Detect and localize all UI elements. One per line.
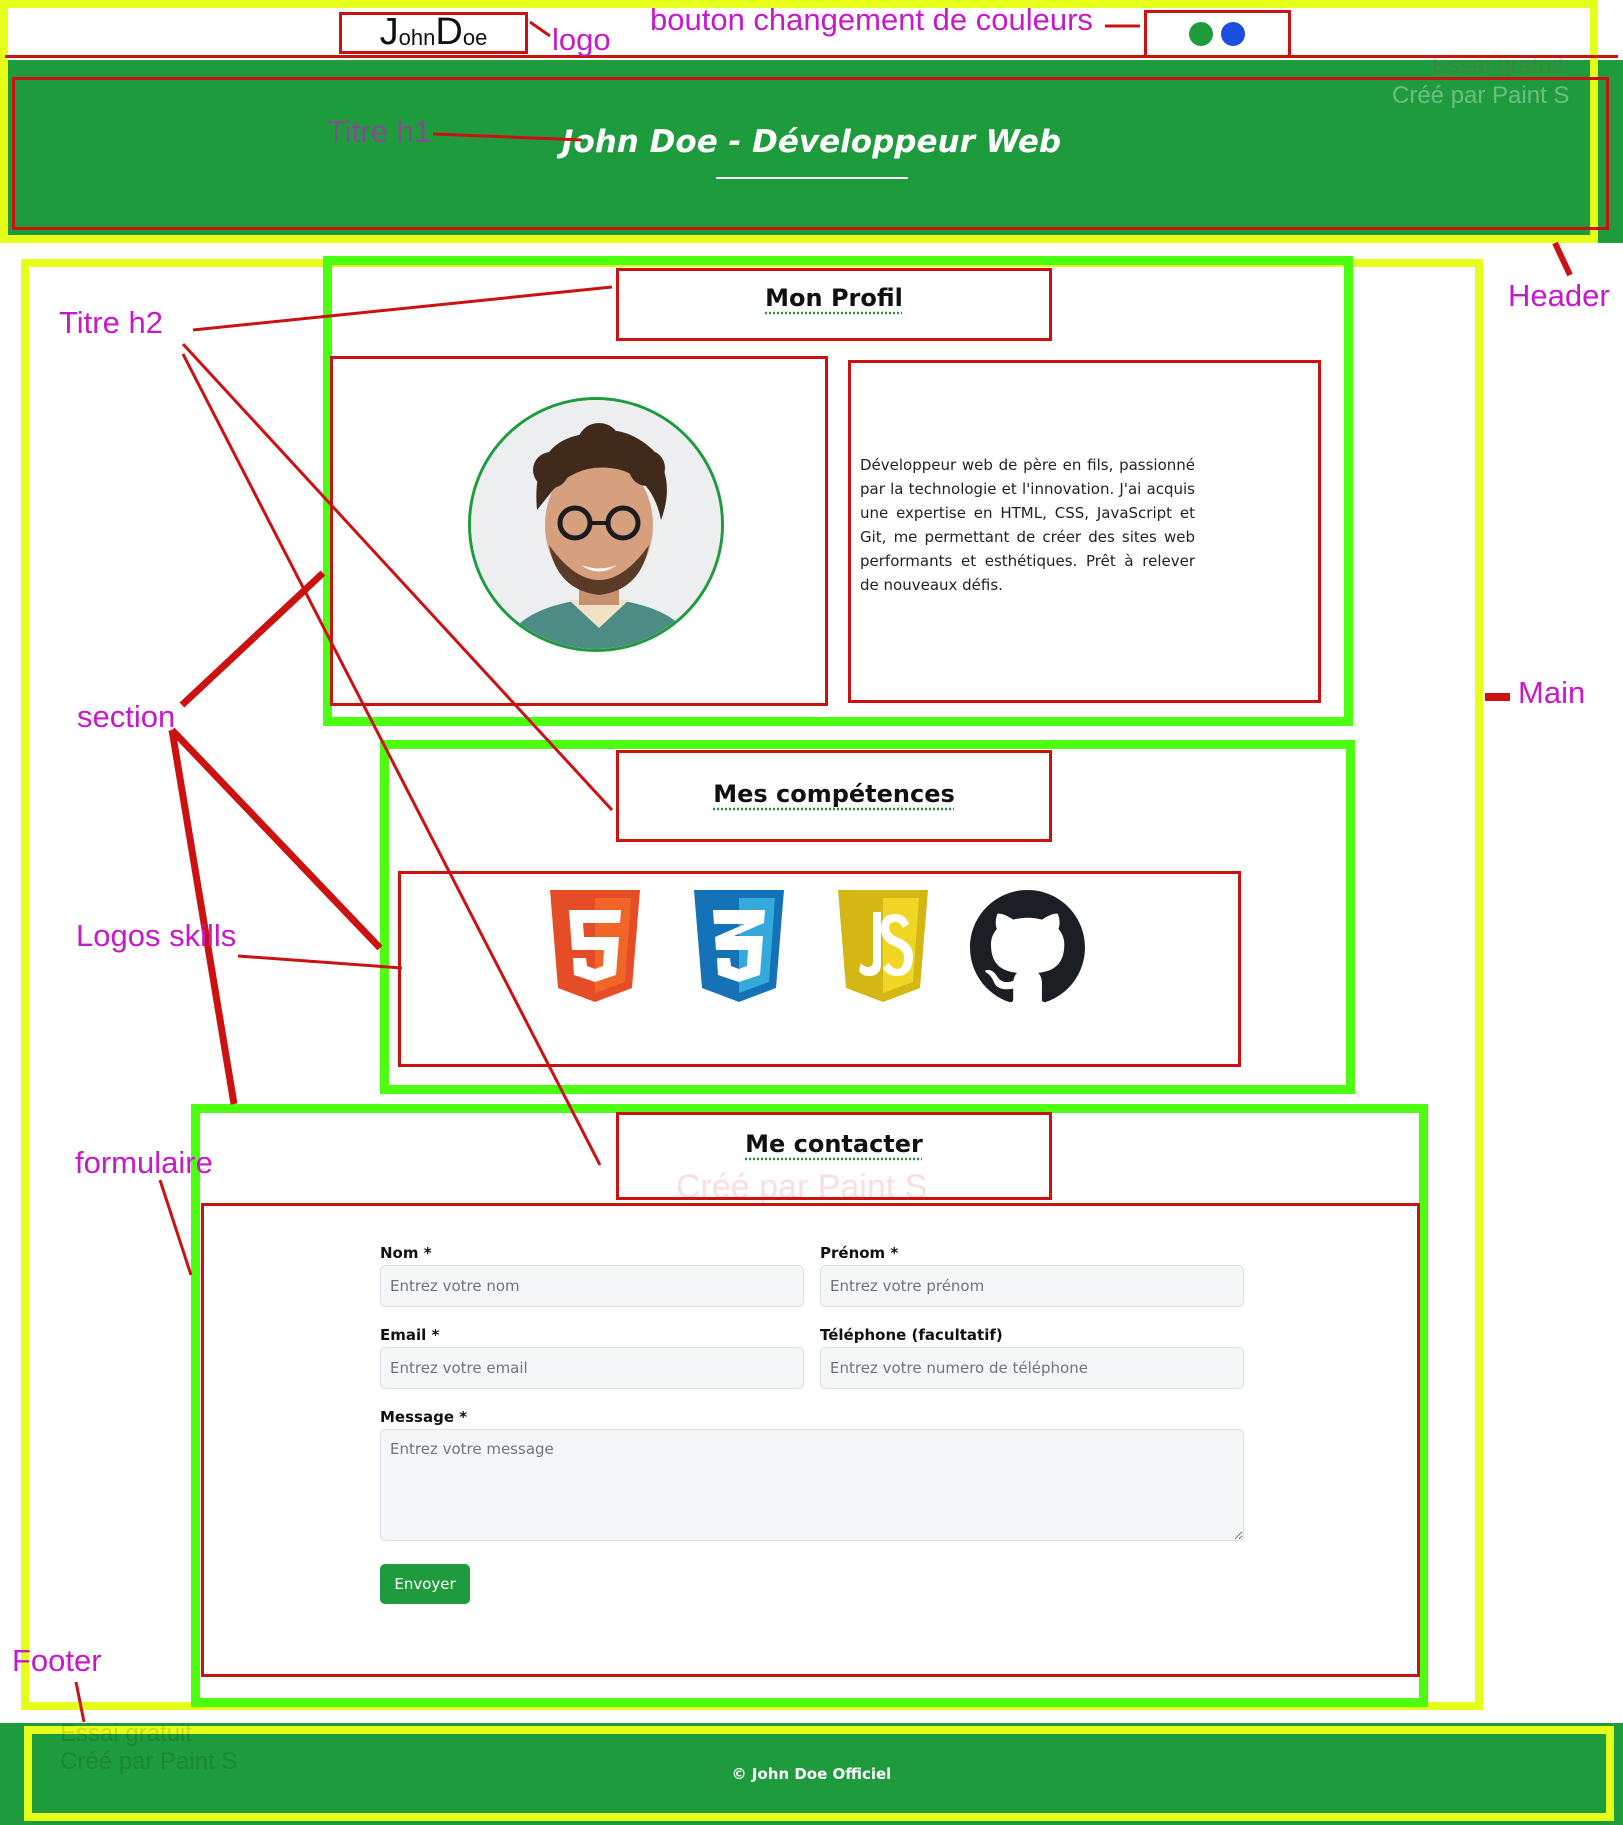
annotation-logo: logo: [552, 22, 611, 57]
annotation-section: section: [77, 699, 176, 734]
annotation-connectors: [74, 20, 1573, 1723]
annotation-skills-logos: Logos skills: [76, 918, 237, 953]
annotation-title-h2: Titre h2: [59, 305, 163, 340]
annotation-main: Main: [1518, 675, 1586, 710]
annotation-form: formulaire: [75, 1145, 213, 1180]
annotation-header: Header: [1508, 278, 1610, 313]
annotation-title-h1: Titre h1: [327, 114, 431, 149]
annotation-color-button: bouton changement de couleurs: [650, 2, 1093, 37]
annotation-footer: Footer: [12, 1643, 102, 1678]
